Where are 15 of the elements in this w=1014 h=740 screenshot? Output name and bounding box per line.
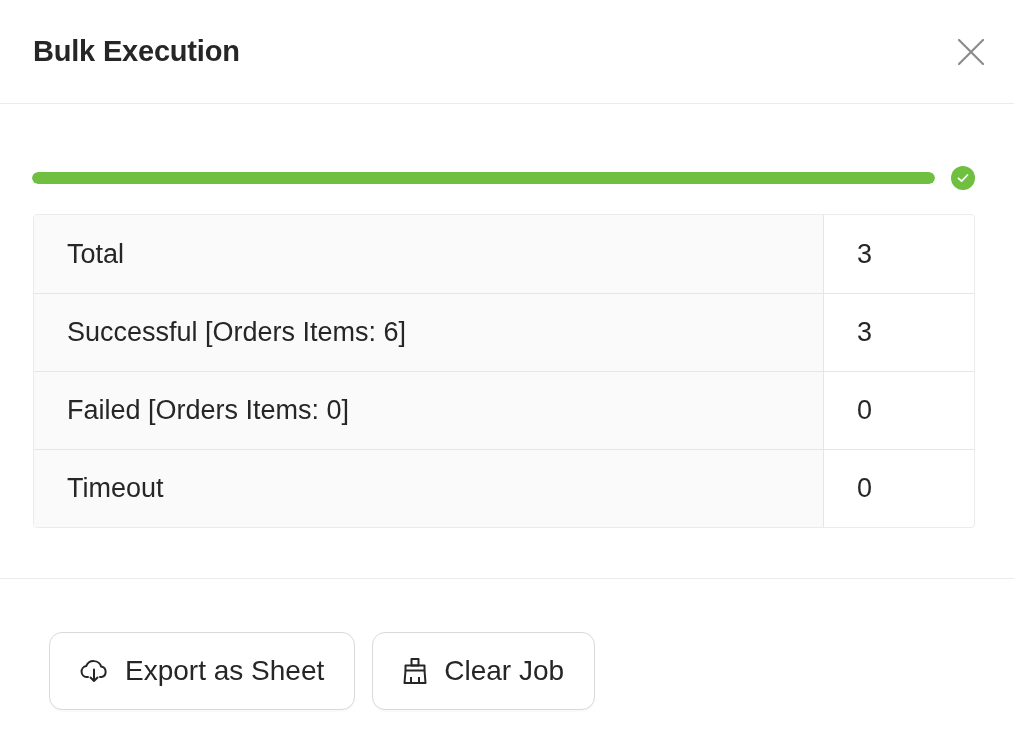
row-value-cell-text: 0 bbox=[856, 472, 874, 505]
dialog-title: Bulk Execution bbox=[33, 35, 240, 68]
cloud-download-icon bbox=[80, 659, 108, 683]
export-button[interactable]: Export as Sheet bbox=[49, 632, 356, 710]
row-label-cell: Failed [Orders Items: 0] bbox=[34, 372, 824, 449]
row-label-cell: Total bbox=[34, 215, 824, 293]
row-value-cell-text: 0 bbox=[856, 394, 874, 427]
clear-button[interactable]: Clear Job bbox=[372, 632, 596, 710]
row-value-cell-text: 3 bbox=[856, 316, 874, 349]
close-button[interactable] bbox=[958, 38, 984, 65]
row-label-cell: Timeout bbox=[34, 450, 824, 527]
broom-icon bbox=[403, 658, 428, 684]
close-icon bbox=[958, 38, 984, 65]
row-value-cell-text: 3 bbox=[856, 237, 874, 271]
row-label-cell: Successful [Orders Items: 6] bbox=[34, 294, 824, 371]
